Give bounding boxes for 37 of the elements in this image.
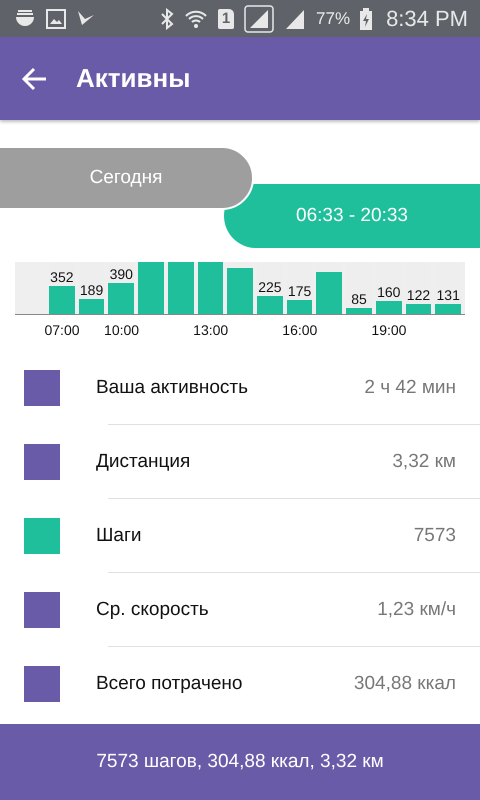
axis-label: 13:00 xyxy=(193,322,228,338)
stat-value: 304,88 ккал xyxy=(354,673,456,695)
bar-value: 122 xyxy=(406,287,432,304)
axis-label: 16:00 xyxy=(282,322,318,338)
stat-value: 3,32 км xyxy=(392,451,456,473)
summary-text: 7573 шагов, 304,88 ккал, 3,32 км xyxy=(96,751,384,773)
screen-title: Активны xyxy=(76,63,190,94)
stat-label: Дистанция xyxy=(96,451,192,473)
stat-label: Ваша активность xyxy=(96,377,249,399)
bar-value: 189 xyxy=(78,282,104,298)
back-arrow-icon[interactable] xyxy=(22,66,48,90)
stat-label: Шаги xyxy=(96,525,143,547)
bar-value: 175 xyxy=(286,282,312,299)
axis-label: 19:00 xyxy=(371,322,406,338)
clock: 8:34 PM xyxy=(386,6,468,32)
signal-icon xyxy=(284,8,306,30)
battery-charging-icon xyxy=(360,8,372,30)
axis-label: 07:00 xyxy=(44,322,80,338)
tab[interactable]: Сегодня xyxy=(0,146,254,210)
stat-value: 1,23 км/ч xyxy=(377,599,456,621)
bar-value: 131 xyxy=(436,286,461,303)
axis-label: 10:00 xyxy=(104,322,140,338)
signal-icon xyxy=(244,4,274,32)
tab[interactable]: 06:33 - 20:33 xyxy=(224,184,480,248)
bar-value: 390 xyxy=(108,266,134,282)
bar-value: 160 xyxy=(376,284,402,300)
stat-value: 7573 xyxy=(414,525,456,547)
battery-percent: 77% xyxy=(316,8,350,28)
stat-label: Всего потрачено xyxy=(96,673,244,695)
bar-value: 225 xyxy=(257,278,283,295)
bar-value: 85 xyxy=(350,290,368,307)
stat-label: Ср. скорость xyxy=(96,599,210,621)
bar-value: 352 xyxy=(49,268,75,285)
bluetooth-icon xyxy=(160,8,174,30)
stat-value: 2 ч 42 мин xyxy=(364,377,456,399)
sim-icon: 1 xyxy=(218,8,234,28)
image-icon xyxy=(46,8,66,28)
